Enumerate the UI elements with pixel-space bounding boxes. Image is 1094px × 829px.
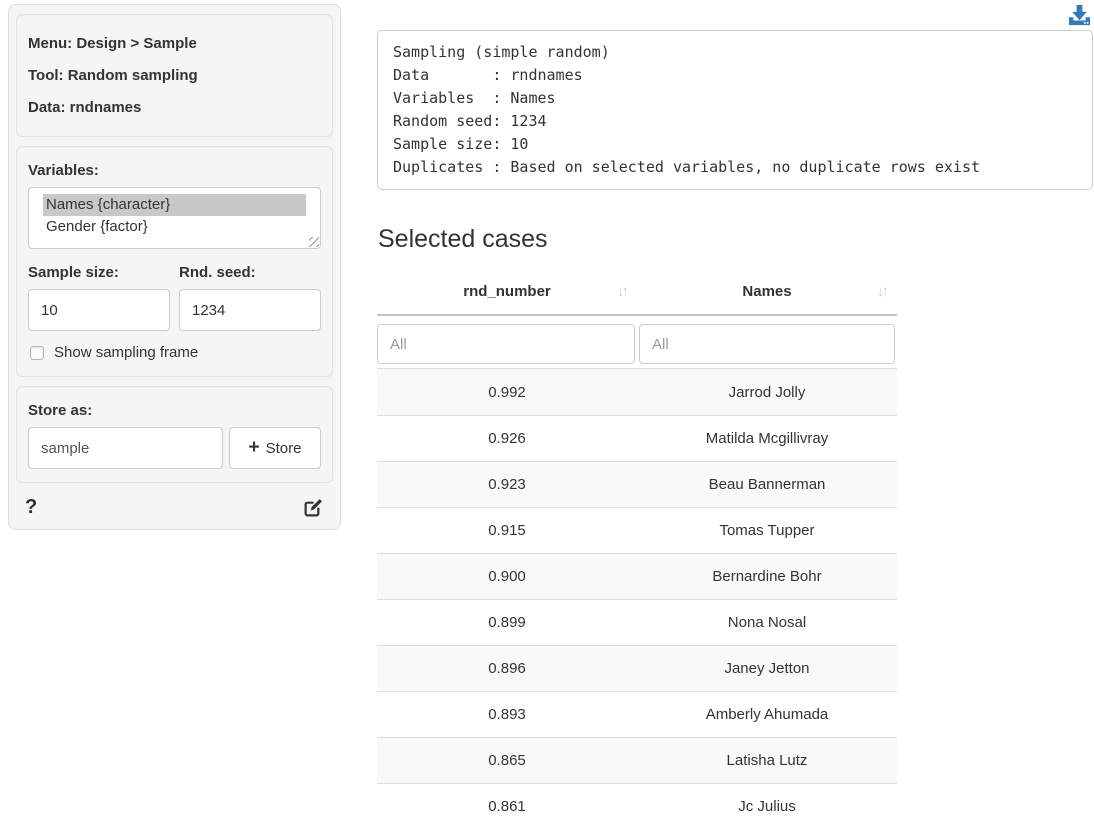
- dataset-name: Data: rndnames: [28, 97, 321, 118]
- variables-label: Variables:: [28, 162, 321, 179]
- edit-icon[interactable]: [303, 497, 324, 518]
- sidebar: Menu: Design > Sample Tool: Random sampl…: [8, 4, 341, 530]
- filter-input-rnd-number[interactable]: [377, 324, 635, 364]
- cell-rnd-number: 0.923: [377, 476, 637, 493]
- cell-rnd-number: 0.893: [377, 706, 637, 723]
- variable-option[interactable]: Names {character}: [43, 194, 306, 216]
- cell-name: Janey Jetton: [637, 660, 897, 677]
- tool-name: Tool: Random sampling: [28, 65, 321, 86]
- rnd-seed-label: Rnd. seed:: [179, 264, 321, 281]
- cell-rnd-number: 0.899: [377, 614, 637, 631]
- sort-icon[interactable]: ↓↑: [617, 283, 626, 300]
- selected-cases-table: rnd_number ↓↑ Names ↓↑ 0.992Jarrod Jolly…: [377, 270, 897, 829]
- cell-name: Amberly Ahumada: [637, 706, 897, 723]
- summary-line: Sampling (simple random): [393, 41, 1077, 64]
- table-row: 0.915Tomas Tupper: [377, 507, 897, 553]
- menu-breadcrumb: Menu: Design > Sample: [28, 33, 321, 54]
- cell-name: Bernardine Bohr: [637, 568, 897, 585]
- cell-rnd-number: 0.926: [377, 430, 637, 447]
- summary-line: Random seed: 1234: [393, 110, 1077, 133]
- cell-rnd-number: 0.861: [377, 798, 637, 815]
- table-row: 0.926Matilda Mcgillivray: [377, 415, 897, 461]
- help-icon[interactable]: ?: [25, 496, 37, 519]
- column-header-names[interactable]: Names ↓↑: [637, 283, 897, 300]
- summary-line: Variables : Names: [393, 87, 1077, 110]
- cell-rnd-number: 0.865: [377, 752, 637, 769]
- main-area: Sampling (simple random)Data : rndnamesV…: [377, 0, 1093, 829]
- table-row: 0.893Amberly Ahumada: [377, 691, 897, 737]
- summary-line: Duplicates : Based on selected variables…: [393, 156, 1077, 179]
- table-body: 0.992Jarrod Jolly0.926Matilda Mcgillivra…: [377, 369, 897, 829]
- store-panel: Store as: + Store: [16, 386, 333, 483]
- show-sampling-frame-checkbox[interactable]: [30, 346, 44, 360]
- column-header-rnd-number[interactable]: rnd_number ↓↑: [377, 283, 637, 300]
- table-row: 0.865Latisha Lutz: [377, 737, 897, 783]
- cell-name: Latisha Lutz: [637, 752, 897, 769]
- cell-rnd-number: 0.915: [377, 522, 637, 539]
- store-as-label: Store as:: [28, 402, 321, 419]
- table-row: 0.900Bernardine Bohr: [377, 553, 897, 599]
- table-row: 0.861Jc Julius: [377, 783, 897, 829]
- variables-listbox[interactable]: Names {character}Gender {factor}: [28, 187, 321, 249]
- cell-name: Matilda Mcgillivray: [637, 430, 897, 447]
- store-as-input[interactable]: [28, 427, 223, 469]
- cell-name: Beau Bannerman: [637, 476, 897, 493]
- controls-panel: Variables: Names {character}Gender {fact…: [16, 146, 333, 377]
- cell-name: Jarrod Jolly: [637, 384, 897, 401]
- cell-name: Nona Nosal: [637, 614, 897, 631]
- cell-rnd-number: 0.992: [377, 384, 637, 401]
- plus-icon: +: [249, 438, 260, 457]
- cell-name: Tomas Tupper: [637, 522, 897, 539]
- cell-rnd-number: 0.896: [377, 660, 637, 677]
- table-row: 0.923Beau Bannerman: [377, 461, 897, 507]
- cell-rnd-number: 0.900: [377, 568, 637, 585]
- download-icon[interactable]: [1068, 4, 1091, 27]
- sort-icon[interactable]: ↓↑: [877, 283, 886, 300]
- table-filter-row: [377, 316, 897, 369]
- context-panel: Menu: Design > Sample Tool: Random sampl…: [16, 14, 333, 137]
- sample-size-input[interactable]: [28, 289, 170, 331]
- table-header-row: rnd_number ↓↑ Names ↓↑: [377, 270, 897, 316]
- table-row: 0.896Janey Jetton: [377, 645, 897, 691]
- sample-size-label: Sample size:: [28, 264, 170, 281]
- table-row: 0.899Nona Nosal: [377, 599, 897, 645]
- store-button[interactable]: + Store: [229, 427, 321, 469]
- rnd-seed-input[interactable]: [179, 289, 321, 331]
- cell-name: Jc Julius: [637, 798, 897, 815]
- store-button-label: Store: [266, 440, 302, 457]
- resize-handle[interactable]: [309, 237, 319, 247]
- selected-cases-heading: Selected cases: [378, 225, 1093, 254]
- variable-option[interactable]: Gender {factor}: [43, 216, 306, 238]
- summary-line: Sample size: 10: [393, 133, 1077, 156]
- summary-output: Sampling (simple random)Data : rndnamesV…: [377, 30, 1093, 190]
- table-row: 0.992Jarrod Jolly: [377, 369, 897, 415]
- filter-input-names[interactable]: [639, 324, 895, 364]
- summary-line: Data : rndnames: [393, 64, 1077, 87]
- show-sampling-frame-label[interactable]: Show sampling frame: [54, 344, 198, 361]
